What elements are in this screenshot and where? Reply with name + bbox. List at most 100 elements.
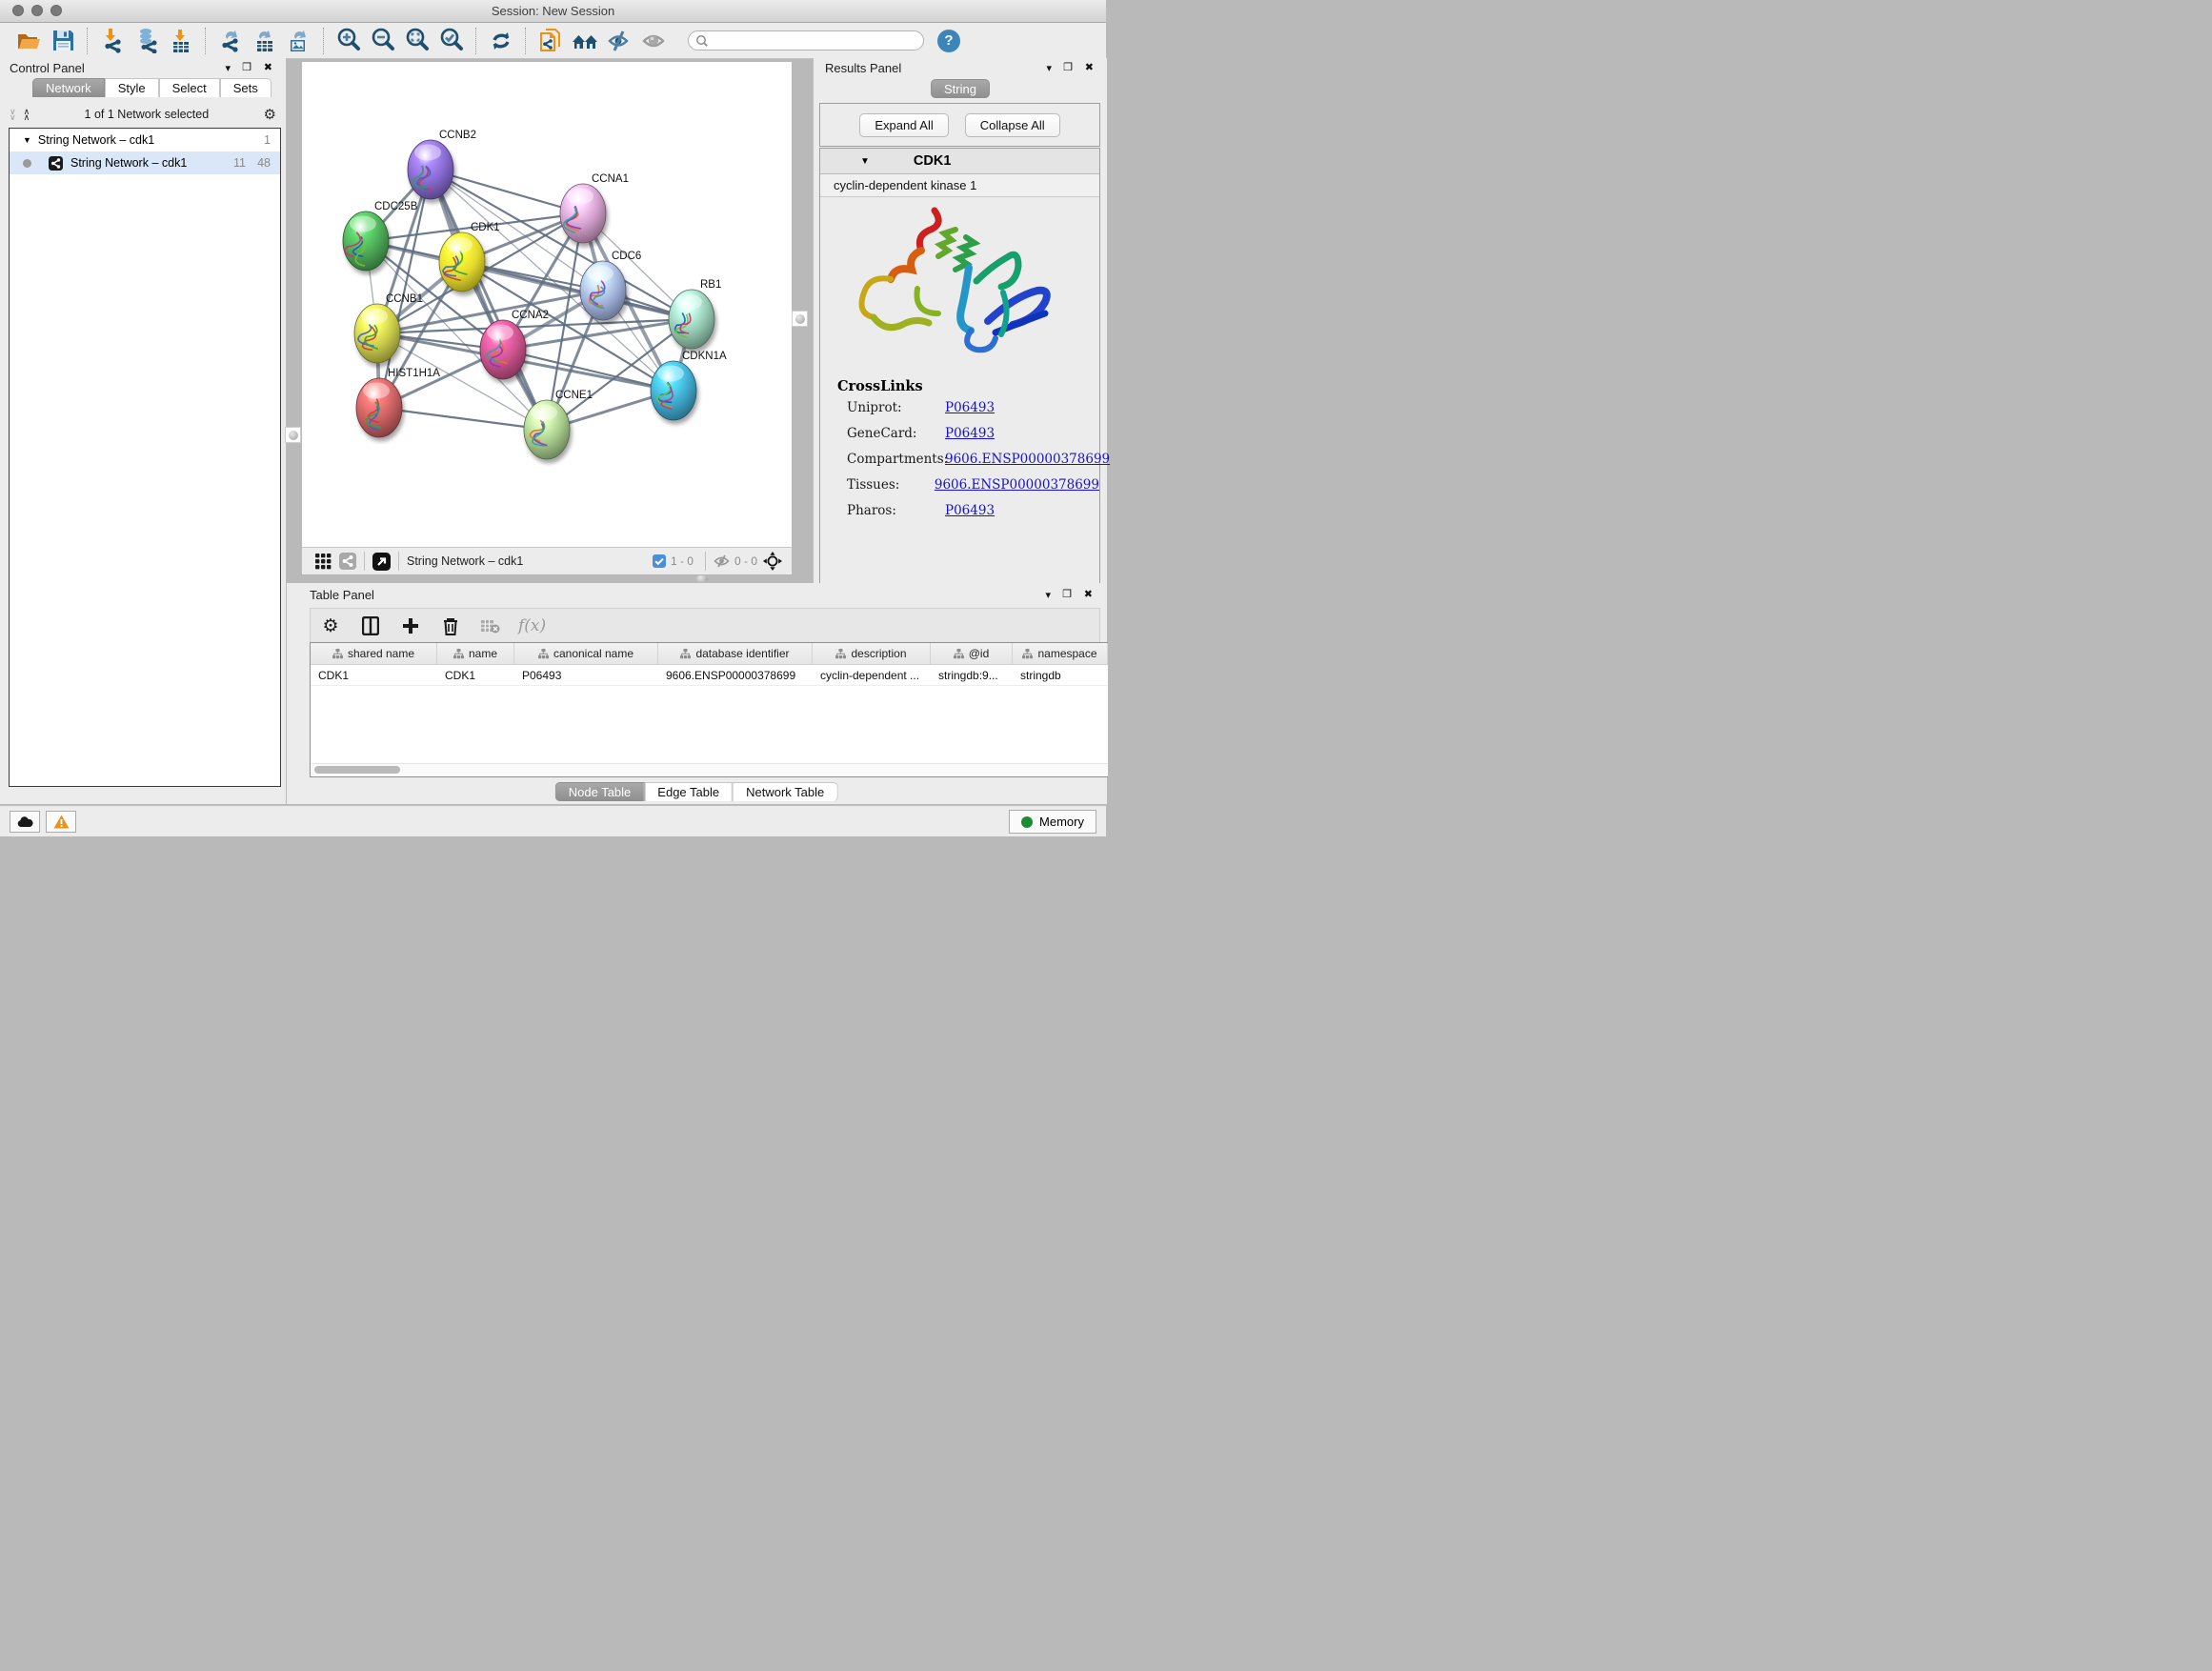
panel-menu-icon[interactable]: ▾ [225, 62, 232, 74]
export-image-button[interactable] [285, 27, 313, 55]
entry-expander-icon[interactable]: ▼ [860, 156, 870, 167]
tab-network[interactable]: Network [32, 78, 105, 97]
import-network-file-button[interactable] [98, 27, 127, 55]
window-close-button[interactable] [12, 5, 24, 16]
network-node-HIST1H1A[interactable]: HIST1H1A [356, 368, 440, 437]
crosslink-link[interactable]: 9606.ENSP00000378699 [945, 452, 1110, 467]
show-graphics-details-button[interactable] [639, 27, 668, 55]
selected-checkbox-icon[interactable] [653, 554, 666, 568]
collapse-all-chevron-icon[interactable]: ∨∨ [10, 109, 16, 120]
network-node-CDK1[interactable]: CDK1 [439, 222, 500, 292]
cloud-button[interactable] [10, 811, 40, 833]
detach-view-icon[interactable] [372, 553, 391, 571]
import-table-button[interactable] [167, 27, 195, 55]
save-session-button[interactable] [49, 27, 77, 55]
network-node-CDKN1A[interactable]: CDKN1A [651, 351, 727, 420]
crosslink-link[interactable]: 9606.ENSP00000378699 [935, 477, 1099, 493]
network-edge[interactable] [431, 170, 583, 213]
tab-sets[interactable]: Sets [220, 78, 271, 97]
column-header-description[interactable]: description [813, 643, 931, 664]
bottom-splitter-handle[interactable] [696, 575, 708, 582]
panel-close-icon[interactable]: ✖ [1085, 61, 1096, 73]
table-cell[interactable]: CDK1 [311, 665, 437, 685]
column-header-name[interactable]: name [437, 643, 514, 664]
network-node-CCNB2[interactable]: CCNB2 [408, 130, 476, 199]
table-cell[interactable]: cyclin-dependent ... [813, 665, 931, 685]
home-views-button[interactable] [571, 27, 599, 55]
table-row[interactable]: CDK1CDK1P064939606.ENSP00000378699cyclin… [311, 665, 1108, 686]
memory-button[interactable]: Memory [1009, 810, 1096, 834]
zoom-out-button[interactable] [369, 27, 397, 55]
search-box[interactable] [688, 30, 924, 50]
zoom-selected-button[interactable] [437, 27, 466, 55]
column-header-namespace[interactable]: namespace [1013, 643, 1108, 664]
export-table-button[interactable] [251, 27, 279, 55]
help-button[interactable]: ? [937, 30, 960, 52]
entry-header-row[interactable]: ▼ CDK1 [820, 149, 1099, 174]
network-row-selected[interactable]: String Network – cdk1 11 48 [10, 151, 280, 174]
panel-float-icon[interactable]: ❒ [242, 61, 253, 73]
tab-select[interactable]: Select [159, 78, 220, 97]
window-zoom-button[interactable] [50, 5, 62, 16]
column-header-database-identifier[interactable]: database identifier [658, 643, 813, 664]
network-edge[interactable] [503, 350, 674, 391]
open-session-button[interactable] [14, 27, 43, 55]
zoom-in-button[interactable] [334, 27, 363, 55]
zoom-fit-button[interactable] [403, 27, 432, 55]
warnings-button[interactable] [46, 811, 76, 833]
panel-menu-icon[interactable]: ▾ [1045, 589, 1053, 601]
fit-content-crosshair-icon[interactable] [763, 552, 782, 571]
network-view-canvas[interactable]: CCNB2CCNA1CDC25BCDK1CDC6RB1CCNB1CCNA2CDK… [302, 62, 792, 547]
expand-all-chevron-icon[interactable]: ∧∧ [24, 109, 30, 120]
network-share-view-icon[interactable] [339, 553, 356, 570]
horizontal-scrollbar[interactable] [312, 763, 1107, 775]
table-cell[interactable]: CDK1 [437, 665, 514, 685]
table-cell[interactable]: stringdb [1013, 665, 1108, 685]
expand-all-button[interactable]: Expand All [859, 113, 948, 137]
add-column-button[interactable] [396, 612, 425, 640]
show-columns-button[interactable] [356, 612, 385, 640]
panel-menu-icon[interactable]: ▾ [1046, 62, 1054, 74]
column-header-@id[interactable]: @id [931, 643, 1013, 664]
window-minimize-button[interactable] [31, 5, 43, 16]
network-edge[interactable] [431, 170, 547, 430]
search-input[interactable] [714, 33, 916, 49]
tree-expander-icon[interactable]: ▼ [23, 135, 31, 145]
collapse-all-button[interactable]: Collapse All [965, 113, 1060, 137]
refresh-button[interactable] [487, 27, 515, 55]
tab-network-table[interactable]: Network Table [733, 782, 837, 801]
results-tab-string[interactable]: String [931, 79, 990, 98]
network-edge[interactable] [379, 408, 547, 430]
crosslink-link[interactable]: P06493 [945, 400, 995, 415]
right-splitter-handle[interactable] [792, 311, 808, 327]
network-node-CCNA1[interactable]: CCNA1 [560, 173, 629, 243]
panel-float-icon[interactable]: ❒ [1062, 588, 1074, 600]
table-cell[interactable]: stringdb:9... [931, 665, 1013, 685]
crosslink-link[interactable]: P06493 [945, 426, 995, 441]
crosslink-link[interactable]: P06493 [945, 503, 995, 518]
column-header-shared-name[interactable]: shared name [311, 643, 437, 664]
network-node-CCNB1[interactable]: CCNB1 [354, 293, 423, 363]
table-cell[interactable]: 9606.ENSP00000378699 [658, 665, 813, 685]
export-network-button[interactable] [216, 27, 245, 55]
tab-edge-table[interactable]: Edge Table [644, 782, 733, 801]
panel-float-icon[interactable]: ❒ [1063, 61, 1075, 73]
delete-column-button[interactable] [436, 612, 465, 640]
node-table[interactable]: shared namenamecanonical namedatabase id… [310, 642, 1108, 777]
network-node-RB1[interactable]: RB1 [669, 279, 721, 349]
grid-view-icon[interactable] [315, 554, 332, 570]
column-header-canonical-name[interactable]: canonical name [514, 643, 658, 664]
scrollbar-thumb[interactable] [314, 766, 400, 774]
network-collection-row[interactable]: ▼ String Network – cdk1 1 [10, 129, 280, 151]
clone-network-button[interactable] [536, 27, 565, 55]
hidden-eye-slash-icon[interactable] [714, 554, 730, 568]
panel-close-icon[interactable]: ✖ [264, 61, 274, 73]
panel-close-icon[interactable]: ✖ [1084, 588, 1095, 600]
table-settings-button[interactable]: ⚙ [316, 612, 345, 640]
tab-node-table[interactable]: Node Table [555, 782, 645, 801]
gear-icon[interactable]: ⚙ [264, 106, 276, 123]
table-cell[interactable]: P06493 [514, 665, 658, 685]
import-network-database-button[interactable] [132, 27, 161, 55]
hide-graphics-details-button[interactable] [605, 27, 633, 55]
tab-style[interactable]: Style [105, 78, 159, 97]
